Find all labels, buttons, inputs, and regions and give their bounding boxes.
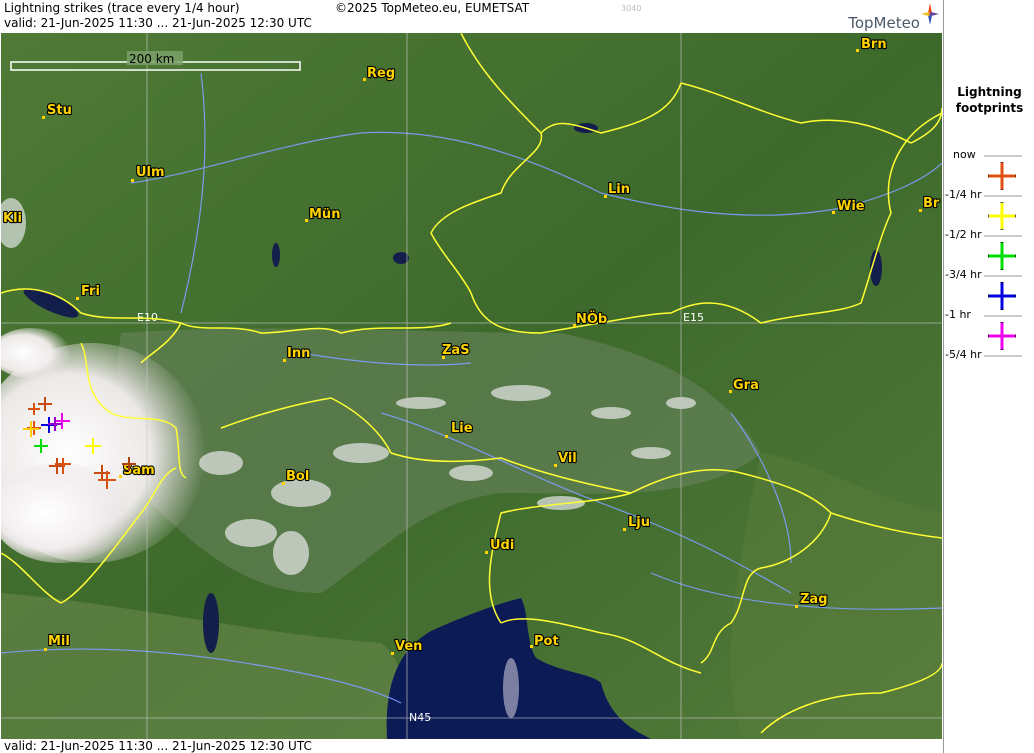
legend-panel: Lightning footprints now -1/4 hr -1/2 hr…: [943, 0, 1034, 753]
satellite-map[interactable]: E10 E15 N45 200 km Brn Reg Stu Ulm Lin W…: [1, 33, 942, 739]
city-kli: Kli: [3, 211, 22, 226]
city-pot: Pot: [534, 634, 559, 649]
city-fri: Fri: [81, 284, 100, 299]
compass-icon: [921, 3, 939, 25]
city-ven: Ven: [395, 639, 422, 654]
city-vil: Vil: [558, 451, 577, 466]
city-ulm: Ulm: [136, 165, 165, 180]
map-footer: valid: 21-Jun-2025 11:30 ... 21-Jun-2025…: [0, 739, 942, 753]
city-sam: Sam: [123, 463, 155, 478]
legend-title: Lightning footprints: [944, 84, 1034, 116]
city-lie: Lie: [451, 421, 473, 436]
map-title: Lightning strikes (trace every 1/4 hour): [4, 1, 240, 15]
city-zas: ZaS: [442, 343, 470, 358]
city-noeb: NÖb: [576, 311, 607, 327]
copyright: ©2025 TopMeteo.eu, EUMETSAT: [335, 1, 530, 15]
footer-valid-period: valid: 21-Jun-2025 11:30 ... 21-Jun-2025…: [4, 739, 312, 753]
grid-label-n45: N45: [409, 711, 431, 724]
city-stu: Stu: [47, 103, 72, 118]
city-zag: Zag: [800, 592, 828, 607]
topmeteo-logo[interactable]: TopMeteo: [830, 2, 940, 32]
legend-label-now: now: [953, 148, 976, 161]
city-brn: Brn: [861, 37, 887, 52]
legend-label-hour: -1 hr: [945, 308, 971, 321]
map-header: Lightning strikes (trace every 1/4 hour)…: [0, 0, 942, 33]
grid-label-e15: E15: [683, 311, 704, 324]
legend-label-half: -1/2 hr: [945, 228, 982, 241]
scale-label: 200 km: [129, 52, 174, 66]
valid-period: valid: 21-Jun-2025 11:30 ... 21-Jun-2025…: [4, 16, 312, 30]
city-wie: Wie: [837, 199, 865, 214]
legend-label-threequarter: -3/4 hr: [945, 268, 982, 281]
legend-label-quarter: -1/4 hr: [945, 188, 982, 201]
city-lju: Lju: [628, 515, 650, 530]
city-bol: Bol: [286, 469, 309, 484]
map-canvas: E10 E15 N45 200 km Brn Reg Stu Ulm Lin W…: [1, 33, 942, 739]
logo-text: TopMeteo: [848, 14, 920, 32]
sea-haze: [503, 658, 519, 718]
legend-title-line1: Lightning: [957, 85, 1022, 99]
city-gra: Gra: [733, 378, 759, 393]
city-muen: Mün: [309, 207, 340, 222]
city-udi: Udi: [490, 538, 514, 553]
city-br: Br: [923, 196, 940, 211]
city-lin: Lin: [608, 182, 630, 197]
legend-label-fivequarter: -5/4 hr: [945, 348, 982, 361]
city-mil: Mil: [48, 634, 70, 649]
city-inn: Inn: [287, 346, 310, 361]
legend-title-line2: footprints: [955, 101, 1024, 115]
product-code: 3040: [621, 4, 642, 13]
city-reg: Reg: [367, 66, 395, 81]
